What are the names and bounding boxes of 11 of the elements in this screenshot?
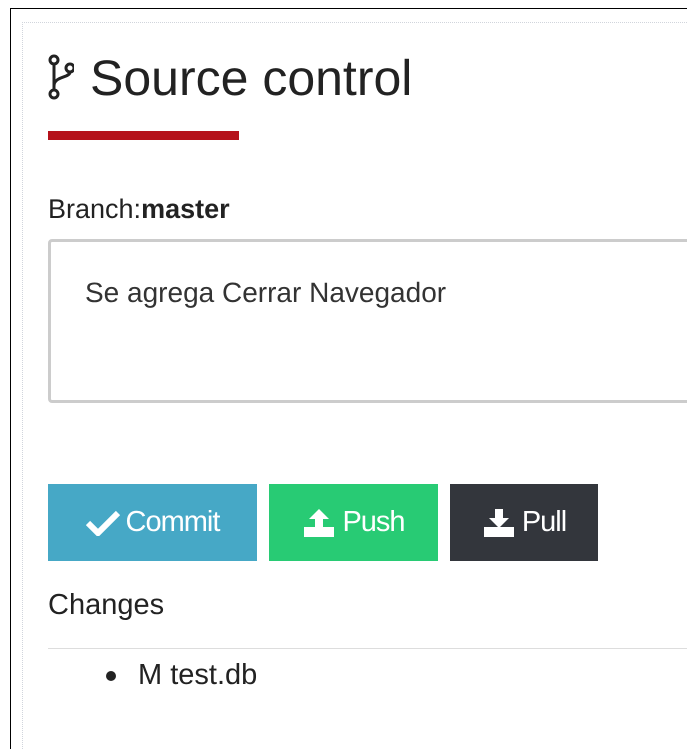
change-item[interactable]: M test.db <box>138 661 258 690</box>
check-icon <box>86 510 120 536</box>
download-icon <box>482 508 516 538</box>
upload-icon <box>302 508 336 538</box>
changes-heading: Changes <box>48 591 166 620</box>
branch-label: Branch:master <box>48 196 231 223</box>
bullet-icon <box>106 670 116 680</box>
branch-icon <box>48 54 74 102</box>
panel-title: Source control <box>90 53 412 103</box>
commit-message-field[interactable]: Se agrega Cerrar Navegador <box>48 239 687 403</box>
pull-button[interactable]: Pull <box>450 484 598 561</box>
